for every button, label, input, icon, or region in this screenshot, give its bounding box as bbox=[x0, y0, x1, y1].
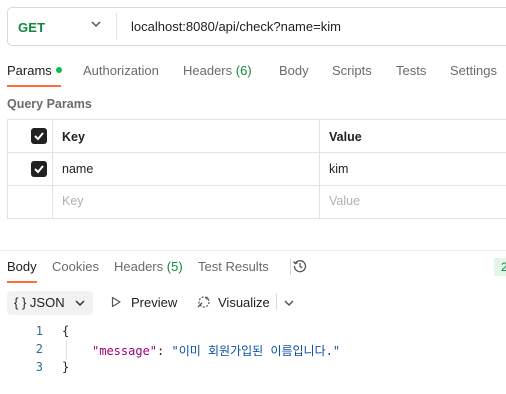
column-header-key: Key bbox=[62, 130, 85, 144]
visualize-icon[interactable] bbox=[196, 294, 212, 310]
format-select-label: { } JSON bbox=[14, 295, 65, 310]
tab-authorization[interactable]: Authorization bbox=[83, 63, 159, 78]
url-divider bbox=[116, 13, 117, 40]
url-input[interactable]: localhost:8080/api/check?name=kim bbox=[131, 19, 341, 34]
table-column-divider bbox=[319, 120, 320, 218]
preview-button[interactable]: Preview bbox=[131, 295, 177, 310]
tab-headers[interactable]: Headers (6) bbox=[183, 63, 252, 78]
pane-separator[interactable] bbox=[0, 250, 506, 251]
chevron-down-icon[interactable] bbox=[283, 297, 295, 309]
tab-body[interactable]: Body bbox=[279, 63, 309, 78]
chevron-down-icon[interactable] bbox=[74, 297, 86, 309]
chevron-down-icon[interactable] bbox=[90, 18, 102, 30]
params-active-dot bbox=[55, 67, 62, 73]
code-close-brace: } bbox=[62, 360, 70, 374]
play-icon[interactable] bbox=[110, 296, 122, 308]
tab-scripts[interactable]: Scripts bbox=[332, 63, 372, 78]
method-select[interactable]: GET bbox=[18, 20, 45, 35]
param-row-checkbox[interactable] bbox=[31, 161, 47, 177]
history-icon[interactable] bbox=[292, 258, 308, 274]
line-number: 2 bbox=[35, 342, 43, 356]
json-colon: : bbox=[157, 344, 172, 358]
line-number: 3 bbox=[35, 360, 43, 374]
tab-params-label: Params bbox=[7, 63, 52, 78]
response-tab-test-results[interactable]: Test Results bbox=[198, 259, 269, 274]
code-line-message: "message": "이미 회원가입된 이름입니다." bbox=[92, 342, 340, 359]
param-key-field[interactable]: name bbox=[62, 162, 93, 176]
table-column-divider bbox=[52, 120, 53, 218]
tab-headers-label: Headers bbox=[183, 63, 233, 78]
json-string-value: "이미 회원가입된 이름입니다." bbox=[171, 344, 341, 358]
active-tab-indicator bbox=[7, 85, 61, 87]
query-params-title: Query Params bbox=[7, 97, 92, 111]
new-param-value-field[interactable]: Value bbox=[329, 194, 360, 208]
json-key: "message" bbox=[92, 344, 158, 358]
response-tab-headers[interactable]: Headers (5) bbox=[114, 259, 183, 274]
tab-separator bbox=[290, 259, 291, 275]
visualize-button[interactable]: Visualize bbox=[218, 295, 270, 310]
select-all-checkbox[interactable] bbox=[31, 128, 47, 144]
response-tab-body[interactable]: Body bbox=[7, 259, 37, 274]
line-number: 1 bbox=[35, 324, 43, 338]
status-code-badge: 2 bbox=[494, 258, 506, 276]
table-divider bbox=[7, 185, 506, 186]
tab-params[interactable]: Params bbox=[7, 63, 62, 78]
param-value-field[interactable]: kim bbox=[329, 162, 348, 176]
tab-settings[interactable]: Settings bbox=[450, 63, 497, 78]
response-tab-cookies[interactable]: Cookies bbox=[52, 259, 99, 274]
response-tab-headers-label: Headers bbox=[114, 259, 164, 274]
active-response-tab-indicator bbox=[7, 281, 37, 283]
toolbar-separator bbox=[276, 294, 277, 310]
tab-tests[interactable]: Tests bbox=[396, 63, 426, 78]
format-label: JSON bbox=[29, 295, 65, 310]
tab-headers-count: (6) bbox=[235, 63, 252, 78]
table-divider bbox=[7, 152, 506, 153]
code-open-brace: { bbox=[62, 324, 70, 338]
new-param-key-field[interactable]: Key bbox=[62, 194, 84, 208]
checkbox-checked-icon bbox=[34, 165, 44, 174]
checkbox-checked-icon bbox=[34, 132, 44, 141]
indent-guide bbox=[66, 340, 67, 360]
column-header-value: Value bbox=[329, 130, 362, 144]
response-tab-headers-count: (5) bbox=[166, 259, 183, 274]
braces-icon: { } bbox=[14, 295, 27, 310]
